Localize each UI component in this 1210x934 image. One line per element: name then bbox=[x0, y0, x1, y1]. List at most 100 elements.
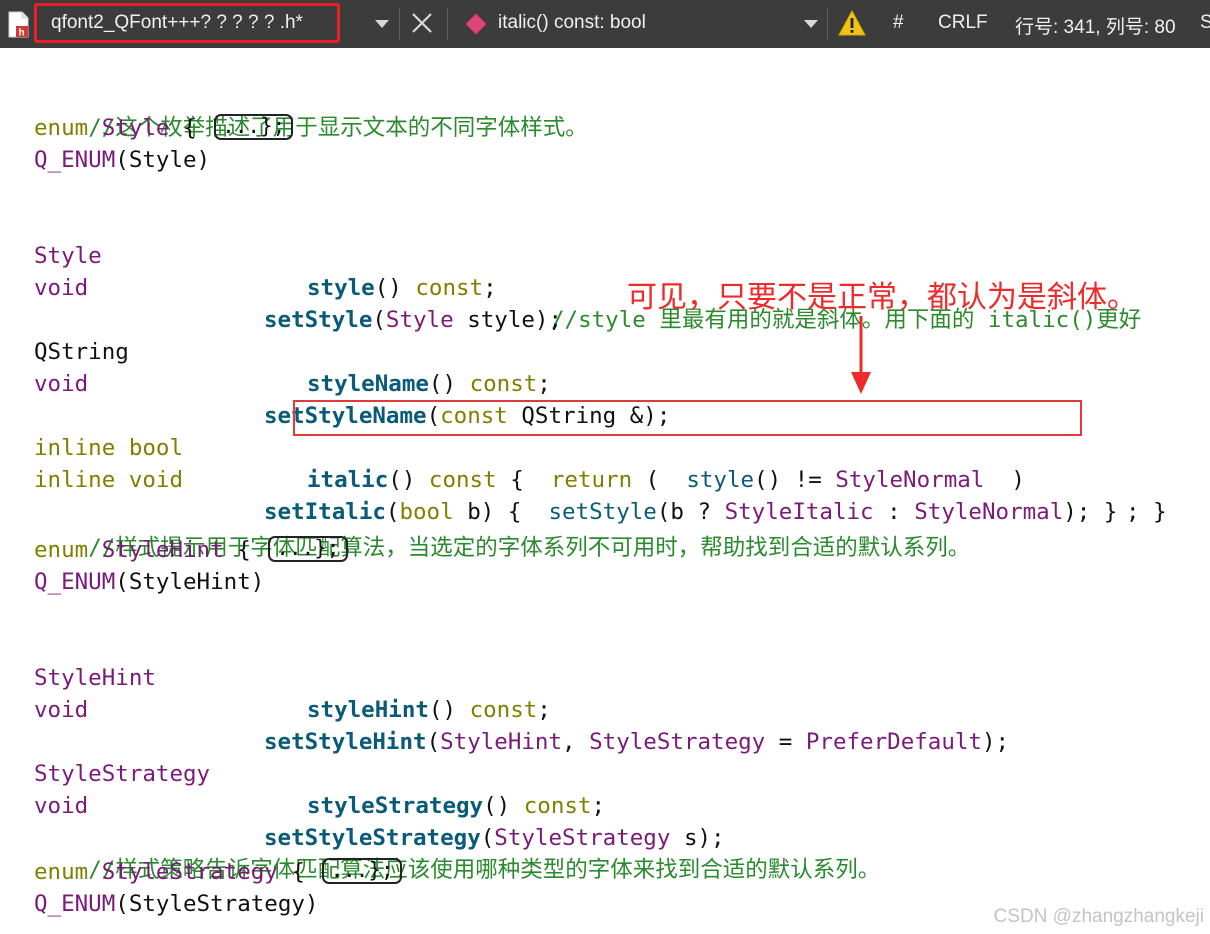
code-punct: { bbox=[169, 115, 197, 141]
keyword: enum bbox=[34, 115, 89, 141]
code-line: Style style() const; //style 里最有用的就是斜体。用… bbox=[34, 208, 1141, 333]
function-name: setStyleHint bbox=[264, 729, 427, 755]
toolbar-divider bbox=[827, 8, 828, 40]
function-call: style bbox=[686, 467, 755, 493]
code-punct: { bbox=[223, 537, 251, 563]
return-type: void bbox=[128, 467, 184, 493]
code-punct: { bbox=[277, 859, 305, 885]
warning-triangle-icon[interactable] bbox=[838, 9, 866, 37]
code-punct: ; } bbox=[1126, 499, 1167, 525]
code-punct: { bbox=[496, 467, 551, 493]
function-name: italic bbox=[307, 467, 389, 493]
code-punct: ; bbox=[537, 697, 551, 723]
editor-toolbar: h qfont2_QFont+++? ? ? ? ? .h* italic() … bbox=[0, 0, 1210, 48]
return-type: bool bbox=[128, 435, 184, 461]
keyword: inline bbox=[34, 467, 116, 493]
keyword: return bbox=[550, 467, 633, 493]
highlight-box bbox=[293, 400, 1082, 436]
code-line: //样式提示用于字体匹配算法，当选定的字体系列不可用时，帮助找到合适的默认系列。 bbox=[34, 500, 970, 561]
code-line: Q_ENUM(StyleHint) bbox=[34, 566, 264, 598]
chevron-down-icon[interactable] bbox=[803, 17, 819, 31]
code-line: //这个枚举描述了用于显示文本的不同字体样式。 bbox=[34, 80, 588, 141]
code-punct: = bbox=[765, 729, 806, 755]
code-line: void setStyleStrategy(StyleStrategy s); bbox=[34, 758, 725, 851]
method-diamond-icon bbox=[465, 13, 487, 35]
code-punct: () bbox=[374, 275, 402, 301]
code-punct: ; bbox=[537, 371, 551, 397]
cursor-position-indicator[interactable]: 行号: 341, 列号: 80 bbox=[1015, 12, 1176, 39]
keyword: enum bbox=[34, 859, 89, 885]
line-ending-indicator[interactable]: CRLF bbox=[938, 12, 988, 34]
close-icon[interactable] bbox=[410, 11, 434, 35]
code-punct: ; bbox=[591, 793, 606, 819]
code-line: enum StyleStrategy { ...}; bbox=[34, 856, 402, 888]
enum-name: StyleStrategy bbox=[101, 859, 278, 885]
code-line: void setStyleName(const QString &); bbox=[34, 336, 670, 429]
macro-name: Q_ENUM bbox=[34, 569, 116, 595]
code-line: inline bool italic() const { return ( st… bbox=[34, 400, 1167, 525]
code-line: QString styleName() const; bbox=[34, 304, 551, 397]
enum-value: StyleNormal bbox=[835, 467, 985, 493]
code-line: inline void setItalic(bool b) { setStyle… bbox=[34, 432, 1117, 525]
toolbar-divider bbox=[399, 8, 400, 40]
function-name: styleStrategy bbox=[307, 793, 484, 819]
toolbar-divider bbox=[447, 8, 448, 40]
keyword: const bbox=[469, 371, 538, 397]
keyword: const bbox=[415, 275, 484, 301]
code-text: (StyleHint) bbox=[115, 569, 265, 595]
function-name: styleHint bbox=[307, 697, 429, 723]
code-line: StyleStrategy styleStrategy() const; bbox=[34, 726, 605, 819]
watermark: CSDN @zhangzhangkeji bbox=[993, 906, 1204, 927]
code-line: enum StyleHint { ...}; bbox=[34, 534, 348, 566]
return-type: void bbox=[34, 371, 89, 397]
code-punct: ( bbox=[632, 467, 687, 493]
param-type: StyleStrategy bbox=[589, 729, 766, 755]
fold-region-button[interactable]: ...}; bbox=[322, 858, 402, 884]
code-punct: ); } bbox=[1063, 499, 1118, 525]
code-punct: ; bbox=[483, 275, 497, 301]
enum-name: StyleHint bbox=[101, 537, 224, 563]
return-type: void bbox=[34, 793, 89, 819]
enum-value: PreferDefault bbox=[805, 729, 982, 755]
return-type: void bbox=[34, 275, 89, 301]
chevron-down-icon[interactable] bbox=[374, 17, 390, 31]
param-type: Style bbox=[385, 307, 454, 333]
file-tab[interactable]: qfont2_QFont+++? ? ? ? ? .h* bbox=[34, 3, 340, 43]
code-text: (StyleStrategy) bbox=[115, 891, 319, 917]
enum-name: Style bbox=[101, 115, 170, 141]
code-punct: ); bbox=[981, 729, 1010, 755]
code-line: Q_ENUM(Style) bbox=[34, 144, 210, 176]
function-name: style bbox=[307, 275, 375, 301]
code-punct: ( bbox=[372, 307, 386, 333]
encoding-indicator[interactable]: # bbox=[893, 12, 904, 34]
code-text: style); bbox=[453, 307, 563, 333]
svg-text:h: h bbox=[19, 28, 25, 39]
code-punct: () bbox=[428, 697, 457, 723]
code-punct: () != bbox=[754, 467, 836, 493]
code-line: enum Style { ...}; bbox=[34, 112, 294, 144]
keyword: enum bbox=[34, 537, 89, 563]
macro-name: Q_ENUM bbox=[34, 891, 116, 917]
symbol-selector[interactable]: italic() const: bool bbox=[498, 12, 646, 34]
fold-region-button[interactable]: ...}; bbox=[214, 114, 294, 140]
status-overflow-text: S bbox=[1200, 12, 1210, 33]
annotation-text: 可见，只要不是正常，都认为是斜体。 bbox=[627, 280, 1137, 315]
code-editor[interactable]: //这个枚举描述了用于显示文本的不同字体样式。 enum Style { ...… bbox=[0, 48, 1210, 934]
param-type: StyleHint bbox=[440, 729, 563, 755]
code-line: Q_ENUM(StyleStrategy) bbox=[34, 888, 318, 920]
header-file-icon: h bbox=[8, 11, 29, 38]
code-line: void setStyleHint(StyleHint, StyleStrate… bbox=[34, 662, 1009, 755]
code-punct: () bbox=[388, 467, 416, 493]
fold-region-button[interactable]: ...}; bbox=[268, 536, 348, 562]
annotation-arrow-icon bbox=[851, 316, 871, 394]
code-line: //样式策略告诉字体匹配算法应该使用哪种类型的字体来找到合适的默认系列。 bbox=[34, 822, 880, 883]
code-line: void setStyle(Style style); bbox=[34, 240, 562, 333]
code-punct: ) bbox=[984, 467, 1025, 493]
return-type: void bbox=[34, 697, 89, 723]
code-text: (Style) bbox=[115, 147, 211, 173]
code-punct: ( bbox=[426, 729, 441, 755]
code-punct: () bbox=[483, 793, 511, 819]
code-punct: , bbox=[562, 729, 590, 755]
keyword: const bbox=[428, 467, 497, 493]
function-name: styleName bbox=[307, 371, 429, 397]
